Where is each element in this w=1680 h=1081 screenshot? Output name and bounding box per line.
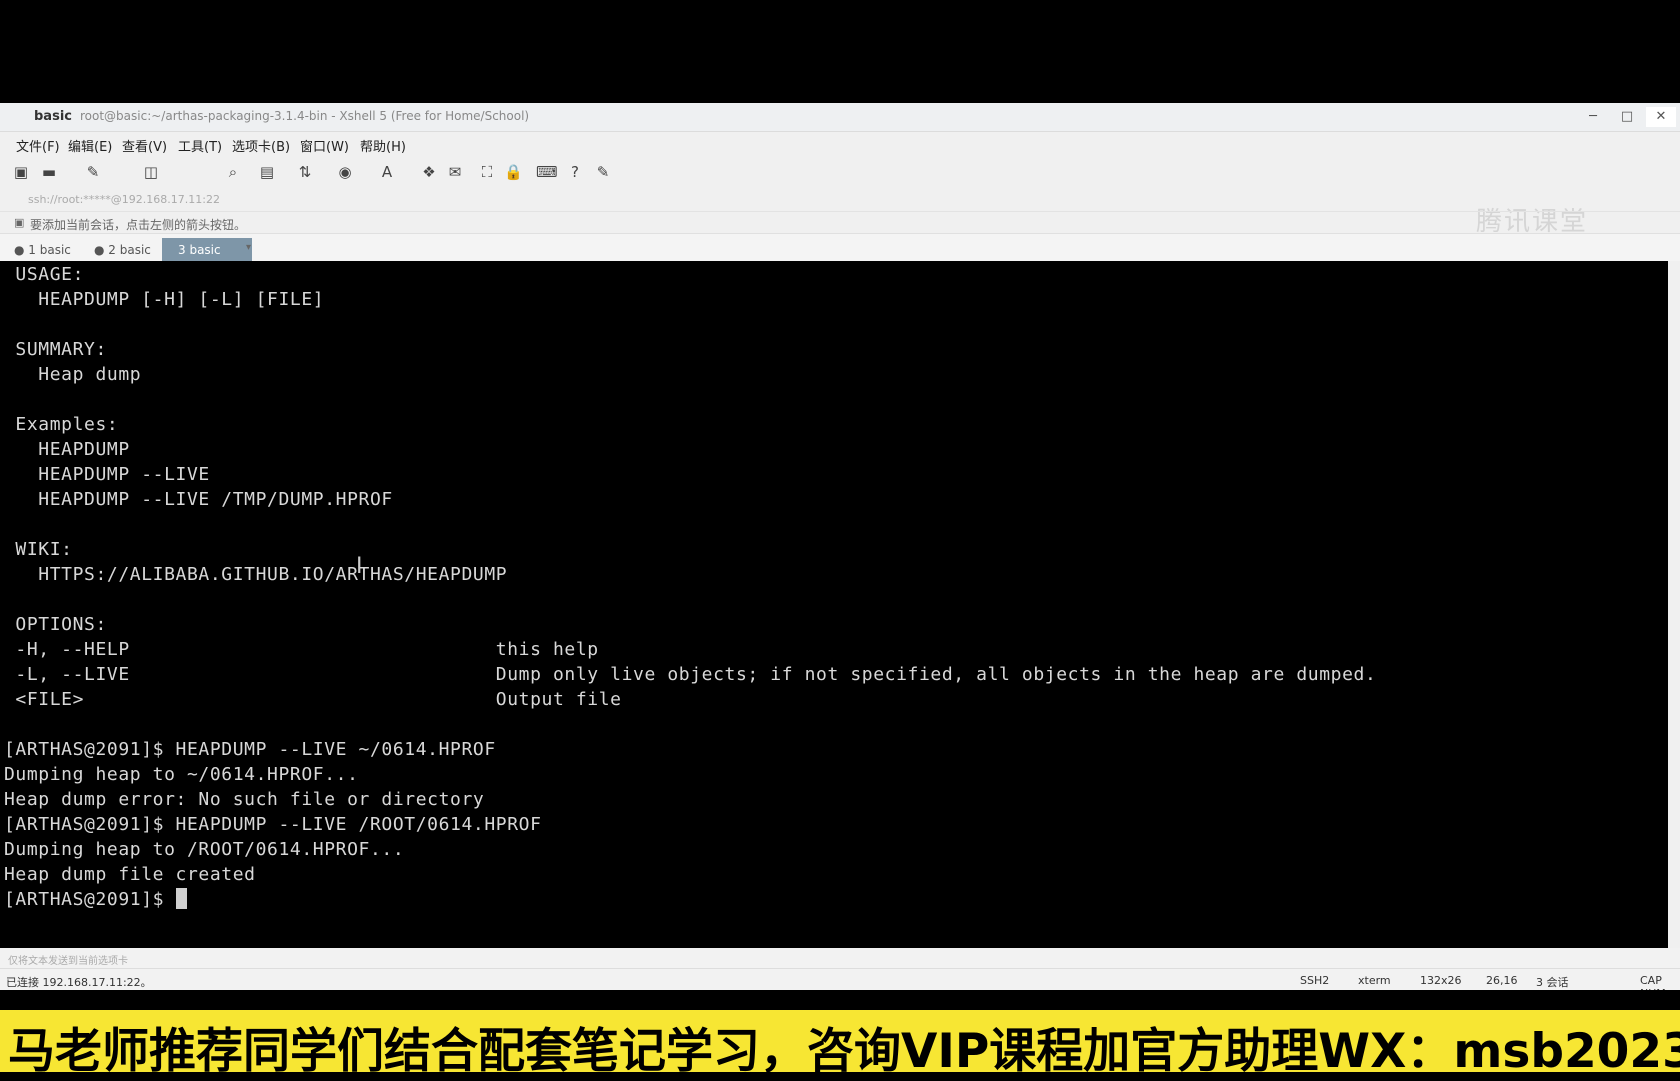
terminal-line: HTTPS://ALIBABA.GITHUB.IO/ARTHAS/HEAPDUM… <box>4 564 508 585</box>
tab-label: 3 basic <box>178 243 221 257</box>
terminal-line: -L, --LIVE Dump only live objects; if no… <box>4 664 1377 685</box>
globe-icon[interactable]: ◉ <box>336 163 354 181</box>
terminal-type: xterm <box>1358 974 1391 987</box>
terminal-line: Heap dump <box>4 364 142 385</box>
tab-bar: ● 1 basic ● 2 basic 3 basic ▾ <box>0 233 1680 262</box>
open-folder-icon[interactable]: ▬ <box>40 163 58 181</box>
terminal-line: <FILE> Output file <box>4 689 622 710</box>
menu-file[interactable]: 文件(F) <box>16 136 60 155</box>
session-count: 3 会话 <box>1536 976 1569 989</box>
terminal-line: HEAPDUMP --LIVE /TMP/DUMP.HPROF <box>4 489 393 510</box>
terminal-line: Heap dump file created <box>4 864 256 885</box>
terminal-size: 132x26 <box>1420 974 1462 987</box>
session-hint-bar: ▣ 要添加当前会话，点击左侧的箭头按钮。 <box>0 211 1680 234</box>
terminal-line: [ARTHAS@2091]$ HEAPDUMP --LIVE ~/0614.HP… <box>4 739 496 760</box>
terminal-line: USAGE: <box>4 264 85 285</box>
terminal-line: OPTIONS: <box>4 614 107 635</box>
terminal-line: -H, --HELP this help <box>4 639 599 660</box>
terminal-line: SUMMARY: <box>4 339 107 360</box>
keyboard-icon[interactable]: ⌨ <box>536 163 558 181</box>
promo-banner: 马老师推荐同学们结合配套笔记学习，咨询VIP课程加官方助理WX：msb2023 <box>0 990 1680 1080</box>
minimize-button[interactable]: ─ <box>1578 107 1608 127</box>
menu-edit[interactable]: 编辑(E) <box>68 136 112 155</box>
tab-dropdown-icon[interactable]: ▾ <box>246 242 251 253</box>
tab-label: 1 basic <box>28 243 71 257</box>
address-text: ssh://root:*****@192.168.17.11:22 <box>28 193 220 206</box>
terminal-line: WIKI: <box>4 539 73 560</box>
font-icon[interactable]: A <box>378 163 396 181</box>
terminal-line: HEAPDUMP [-H] [-L] [FILE] <box>4 289 325 310</box>
terminal-line: HEAPDUMP --LIVE <box>4 464 210 485</box>
script-icon[interactable]: ❖ <box>420 163 438 181</box>
connection-status: 已连接 192.168.17.11:22。 <box>6 976 152 989</box>
app-name: basic <box>34 109 72 124</box>
fullscreen-icon[interactable]: ⛶ <box>478 163 496 181</box>
terminal-prompt-line: [ARTHAS@2091]$ <box>4 888 187 912</box>
terminal-line: Dumping heap to ~/0614.HPROF... <box>4 764 359 785</box>
menu-window[interactable]: 窗口(W) <box>300 136 349 155</box>
tab-label: 2 basic <box>108 243 151 257</box>
reconnect-icon[interactable]: ✎ <box>84 163 102 181</box>
send-text-hint: 仅将文本发送到当前选项卡 <box>8 956 128 967</box>
chat-icon[interactable]: ✎ <box>594 163 612 181</box>
top-black-border <box>0 0 1680 103</box>
menu-help[interactable]: 帮助(H) <box>360 136 406 155</box>
maximize-button[interactable]: □ <box>1612 107 1642 127</box>
compose-icon[interactable]: ✉ <box>446 163 464 181</box>
terminal-line: Heap dump error: No such file or directo… <box>4 789 485 810</box>
terminal-line: Dumping heap to /ROOT/0614.HPROF... <box>4 839 405 860</box>
find-icon[interactable]: ⌕ <box>224 163 242 181</box>
xshell-window: basic root@basic:~/arthas-packaging-3.1.… <box>0 103 1680 1000</box>
text-cursor <box>175 888 187 909</box>
new-session-icon[interactable]: ▣ <box>12 163 30 181</box>
close-button[interactable]: ✕ <box>1646 107 1676 127</box>
lock-icon[interactable]: 🔒 <box>504 163 523 181</box>
hint-text: 要添加当前会话，点击左侧的箭头按钮。 <box>30 218 247 232</box>
toolbar: ▣ ▬ ✎ ◫ ⌕ ▤ ⇅ ◉ A ❖ ✉ ⛶ 🔒 ⌨ ? ✎ 腾讯课堂 <box>0 155 1680 237</box>
tab-1-basic[interactable]: ● 1 basic <box>6 238 79 262</box>
tab-2-basic[interactable]: ● 2 basic <box>86 238 159 262</box>
terminal-line: [ARTHAS@2091]$ HEAPDUMP --LIVE /ROOT/061… <box>4 814 542 835</box>
menu-view[interactable]: 查看(V) <box>122 136 167 155</box>
terminal-line: HEAPDUMP <box>4 439 130 460</box>
window-title: root@basic:~/arthas-packaging-3.1.4-bin … <box>80 109 530 123</box>
help-icon[interactable]: ? <box>566 163 584 181</box>
menu-bar: 文件(F) 编辑(E) 查看(V) 工具(T) 选项卡(B) 窗口(W) 帮助(… <box>0 131 1680 155</box>
terminal-line: Examples: <box>4 414 119 435</box>
menu-tabs[interactable]: 选项卡(B) <box>232 136 290 155</box>
cursor-position: 26,16 <box>1486 974 1518 987</box>
menu-tools[interactable]: 工具(T) <box>178 136 222 155</box>
banner-text: 马老师推荐同学们结合配套笔记学习，咨询VIP课程加官方助理WX：msb2023 <box>8 1024 1680 1079</box>
address-bar[interactable]: ssh://root:*****@192.168.17.11:22 <box>0 189 1680 211</box>
tab-3-basic[interactable]: 3 basic <box>162 238 252 262</box>
protocol-status: SSH2 <box>1300 974 1330 987</box>
print-icon[interactable]: ▤ <box>258 163 276 181</box>
pin-icon: ▣ <box>14 216 25 229</box>
properties-icon[interactable]: ◫ <box>142 163 160 181</box>
send-text-bar[interactable]: 仅将文本发送到当前选项卡 <box>0 948 1680 968</box>
mouse-ibeam-cursor: I <box>356 554 363 579</box>
transfer-icon[interactable]: ⇅ <box>296 163 314 181</box>
terminal-scrollbar[interactable] <box>1668 261 1680 948</box>
status-bar: 已连接 192.168.17.11:22。 SSH2 xterm 132x26 … <box>0 968 1680 1000</box>
title-bar: basic root@basic:~/arthas-packaging-3.1.… <box>0 103 1680 132</box>
terminal-output[interactable]: USAGE: HEAPDUMP [-H] [-L] [FILE] SUMMARY… <box>0 261 1668 948</box>
terminal-prompt: [ARTHAS@2091]$ <box>4 889 176 910</box>
